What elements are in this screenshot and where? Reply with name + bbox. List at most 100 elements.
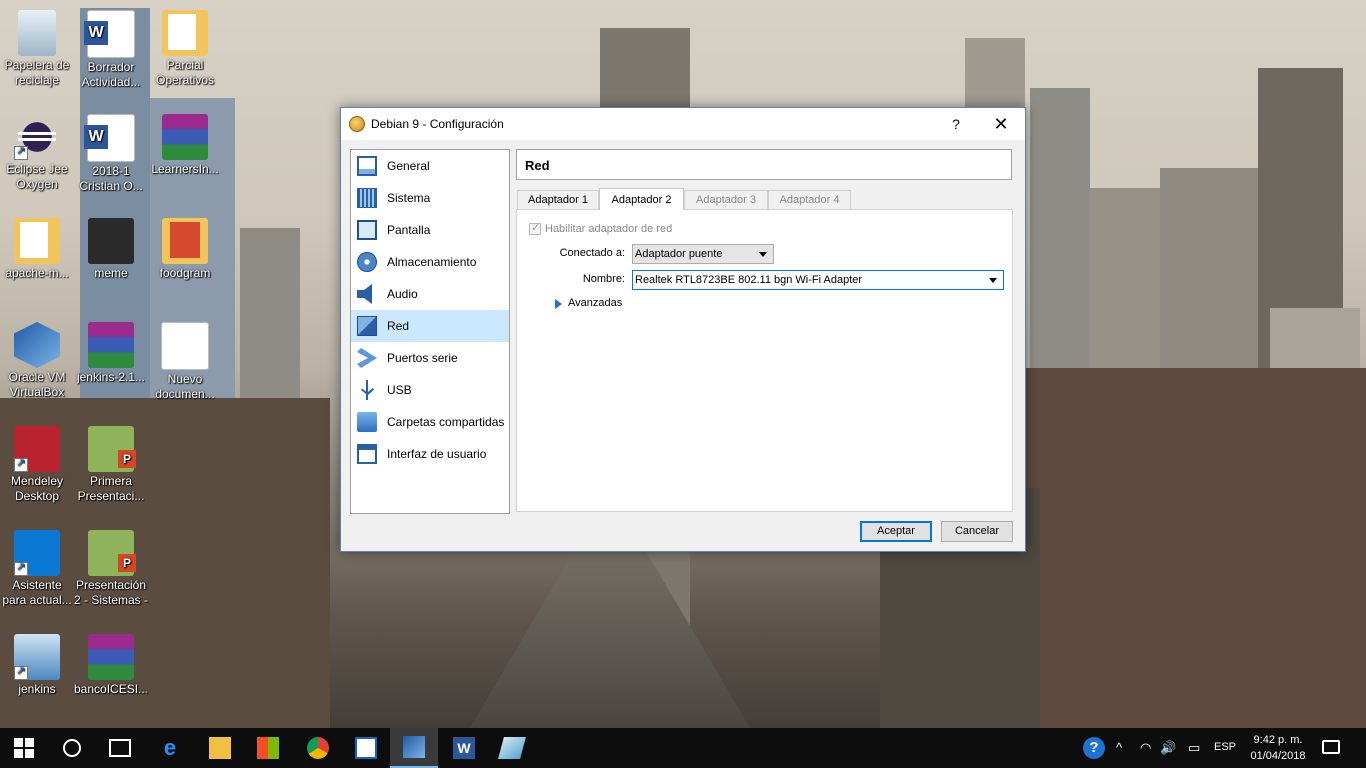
desktop-icon-foodgram[interactable]: foodgram xyxy=(148,218,222,281)
desktop-icon-label: Mendeley Desktop xyxy=(10,474,64,503)
help-button[interactable]: ? xyxy=(933,108,979,140)
taskbar-chrome[interactable] xyxy=(294,728,342,768)
desktop-icon-jenkins[interactable]: jenkins xyxy=(0,634,74,697)
wifi-icon[interactable]: ◠ xyxy=(1140,740,1151,756)
enable-adapter-checkbox[interactable] xyxy=(529,221,541,235)
word-doc-icon xyxy=(84,10,135,58)
connected-to-select[interactable]: Adaptador puente xyxy=(632,244,774,264)
desktop-icon-presentacion-2[interactable]: Presentación 2 - Sistemas - xyxy=(74,530,148,608)
task-view-button[interactable] xyxy=(96,728,144,768)
desktop-icon-borrador[interactable]: Borrador Actividad... xyxy=(74,10,148,90)
taskbar-photos[interactable] xyxy=(342,728,390,768)
sidebar-item-label: USB xyxy=(387,383,412,397)
sidebar-item-puertos-serie[interactable]: Puertos serie xyxy=(351,342,509,374)
taskbar-glass-app[interactable] xyxy=(488,728,536,768)
tab-adaptador-4[interactable]: Adaptador 4 xyxy=(768,190,851,209)
notifications-icon[interactable] xyxy=(1322,740,1340,754)
taskbar-file-explorer[interactable] xyxy=(196,728,244,768)
ok-button[interactable]: Aceptar xyxy=(860,521,932,542)
desktop-icon-label: 2018-1 Cristian O... xyxy=(79,164,143,193)
sidebar-item-usb[interactable]: USB xyxy=(351,374,509,406)
folder-icon xyxy=(162,10,208,56)
search-button[interactable] xyxy=(48,728,96,768)
sidebar-item-pantalla[interactable]: Pantalla xyxy=(351,214,509,246)
language-indicator[interactable]: ESP xyxy=(1214,741,1236,753)
speaker-icon xyxy=(357,284,372,304)
recycle-bin-icon xyxy=(18,10,56,56)
taskbar: e W ? ^ ◠ 🔊 ▭ ESP 9:42 p. m. 01/04/2018 xyxy=(0,728,1366,768)
tab-adaptador-2[interactable]: Adaptador 2 xyxy=(599,188,684,210)
desktop-icon-label: Eclipse Jee Oxygen xyxy=(6,162,68,191)
desktop-icon-asistente[interactable]: Asistente para actual... xyxy=(0,530,74,608)
desktop-icon-nuevo-documento[interactable]: Nuevo documen... xyxy=(148,322,222,402)
file-explorer-icon xyxy=(209,737,231,759)
tab-adaptador-1[interactable]: Adaptador 1 xyxy=(517,190,599,209)
sidebar-item-almacenamiento[interactable]: Almacenamiento xyxy=(351,246,509,278)
desktop-icon-label: Primera Presentaci... xyxy=(77,474,145,503)
desktop-icon-jenkins-rar[interactable]: jenkins-2.1... xyxy=(74,322,148,385)
store-icon xyxy=(257,737,279,759)
eclipse-icon xyxy=(14,114,60,160)
desktop-icon-parcial[interactable]: Parcial Operativos xyxy=(148,10,222,88)
desktop-icon-eclipse[interactable]: Eclipse Jee Oxygen xyxy=(0,114,74,192)
shortcut-arrow-icon xyxy=(14,144,28,160)
taskbar-virtualbox[interactable] xyxy=(390,728,438,768)
shortcut-arrow-icon xyxy=(14,664,28,680)
expand-arrow-icon[interactable] xyxy=(555,299,562,309)
desktop-icon-meme[interactable]: meme xyxy=(74,218,148,281)
sidebar-item-general[interactable]: General xyxy=(351,150,509,182)
desktop-icon-recycle-bin[interactable]: Papelera de reciclaje xyxy=(0,10,74,88)
volume-icon[interactable]: 🔊 xyxy=(1160,740,1176,756)
mendeley-icon xyxy=(14,426,60,472)
photos-icon xyxy=(355,737,377,759)
help-tray-icon[interactable]: ? xyxy=(1083,737,1105,759)
adapter-name-select[interactable]: Realtek RTL8723BE 802.11 bgn Wi-Fi Adapt… xyxy=(632,270,1004,290)
general-icon xyxy=(357,156,377,176)
desktop-icon-label: Oracle VM VirtualBox xyxy=(8,370,66,399)
adapter-panel: Habilitar adaptador de red Conectado a: … xyxy=(516,209,1013,512)
taskbar-edge[interactable]: e xyxy=(146,728,194,768)
tab-adaptador-3[interactable]: Adaptador 3 xyxy=(684,190,768,209)
adapter-name-value: Realtek RTL8723BE 802.11 bgn Wi-Fi Adapt… xyxy=(635,274,863,286)
section-header: Red xyxy=(516,149,1012,180)
desktop-icon-apache[interactable]: apache-m... xyxy=(0,218,74,281)
advanced-toggle[interactable]: Avanzadas xyxy=(568,297,622,309)
sidebar-item-audio[interactable]: Audio xyxy=(351,278,509,310)
desktop-icon-label: LearnersIn... xyxy=(151,162,219,176)
battery-icon[interactable]: ▭ xyxy=(1188,740,1200,756)
text-doc-icon xyxy=(161,322,209,370)
chevron-up-icon[interactable]: ^ xyxy=(1116,740,1122,755)
dialog-title: Debian 9 - Configuración xyxy=(371,117,504,131)
cancel-button[interactable]: Cancelar xyxy=(941,521,1013,542)
sidebar-item-label: Sistema xyxy=(387,191,431,205)
desktop-icon-label: foodgram xyxy=(159,266,211,280)
desktop-icon-label: Presentación 2 - Sistemas - xyxy=(74,578,149,607)
dialog-titlebar[interactable]: Debian 9 - Configuración ? ✕ xyxy=(341,108,1025,140)
word-icon: W xyxy=(453,737,475,759)
shortcut-arrow-icon xyxy=(14,456,28,472)
sidebar-item-sistema[interactable]: Sistema xyxy=(351,182,509,214)
taskbar-word[interactable]: W xyxy=(440,728,488,768)
desktop-icon-label: bancoICESI... xyxy=(74,682,149,696)
network-icon xyxy=(357,316,377,336)
sidebar-item-red[interactable]: Red xyxy=(351,310,509,342)
close-button[interactable]: ✕ xyxy=(978,108,1024,140)
desktop-icon-primera-presentacion[interactable]: Primera Presentaci... xyxy=(74,426,148,504)
sidebar-item-label: Almacenamiento xyxy=(387,255,477,269)
desktop-icon-label: jenkins-2.1... xyxy=(76,370,146,384)
sidebar-item-carpetas-compartidas[interactable]: Carpetas compartidas xyxy=(351,406,509,438)
taskbar-store[interactable] xyxy=(244,728,292,768)
start-button[interactable] xyxy=(0,728,48,768)
desktop-icon-virtualbox[interactable]: Oracle VM VirtualBox xyxy=(0,322,74,400)
winrar-icon xyxy=(88,634,134,680)
sidebar-item-label: General xyxy=(387,159,430,173)
desktop-icon-learners[interactable]: LearnersIn... xyxy=(148,114,222,177)
desktop-icon-2018-cristian[interactable]: 2018-1 Cristian O... xyxy=(74,114,148,194)
desktop-icon-mendeley[interactable]: Mendeley Desktop xyxy=(0,426,74,504)
virtualbox-settings-icon xyxy=(349,116,365,132)
sidebar-item-interfaz-usuario[interactable]: Interfaz de usuario xyxy=(351,438,509,470)
clock[interactable]: 9:42 p. m. 01/04/2018 xyxy=(1238,732,1318,764)
desktop-icon-banco-icesi[interactable]: bancoICESI... xyxy=(74,634,148,697)
user-interface-icon xyxy=(357,444,377,464)
sidebar-item-label: Pantalla xyxy=(387,223,431,237)
